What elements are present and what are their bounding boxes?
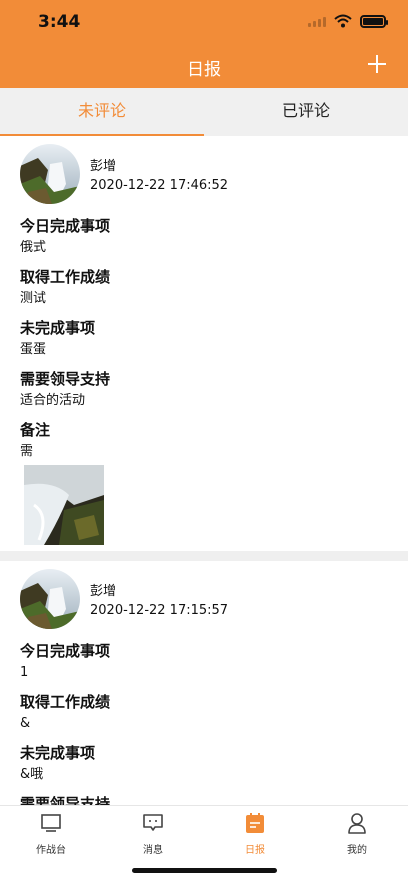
tab-uncommented[interactable]: 未评论 (0, 88, 204, 136)
report-item: 需要领导支持 好 (20, 794, 408, 805)
report-item: 取得工作成绩 & (20, 692, 408, 733)
avatar (20, 569, 80, 629)
tab-mine[interactable]: 我的 (306, 806, 408, 883)
segment-tabs: 未评论 已评论 (0, 88, 408, 136)
item-value: 需 (20, 444, 34, 459)
user-row: 彭增 2020-12-22 17:15:57 (20, 567, 408, 631)
item-value: &哦 (20, 767, 44, 782)
tab-label: 作战台 (36, 845, 66, 856)
report-item: 备注 需 (20, 420, 408, 461)
avatar (20, 144, 80, 204)
user-name: 彭增 (90, 584, 117, 599)
report-item: 取得工作成绩 测试 (20, 267, 408, 308)
page-title: 日报 (187, 60, 221, 80)
monitor-icon (41, 814, 61, 832)
report-time: 2020-12-22 17:46:52 (90, 178, 229, 193)
status-icons (308, 14, 388, 28)
item-value: 1 (20, 665, 29, 680)
tab-label: 我的 (347, 845, 367, 856)
person-icon (348, 813, 366, 834)
plus-icon[interactable] (368, 55, 386, 73)
item-label: 备注 (20, 421, 51, 439)
report-card[interactable]: 彭增 2020-12-22 17:15:57 今日完成事项 1 取得工作成绩 &… (0, 561, 408, 805)
tab-label: 消息 (143, 845, 163, 856)
card-separator (0, 551, 408, 561)
item-value: 适合的活动 (20, 393, 86, 408)
user-row: 彭增 2020-12-22 17:46:52 (20, 142, 408, 206)
item-label: 取得工作成绩 (20, 693, 111, 711)
tab-label: 日报 (245, 845, 265, 856)
item-label: 取得工作成绩 (20, 268, 111, 286)
tab-commented[interactable]: 已评论 (204, 88, 408, 136)
user-name: 彭增 (90, 159, 117, 174)
report-item: 今日完成事项 俄式 (20, 216, 408, 257)
signal-icon (308, 15, 326, 27)
status-time: 3:44 (38, 12, 81, 32)
attachment-photo[interactable] (24, 465, 104, 545)
report-item: 今日完成事项 1 (20, 641, 408, 682)
item-value: 测试 (20, 291, 47, 306)
message-icon (143, 814, 163, 831)
report-item: 未完成事项 &哦 (20, 743, 408, 784)
battery-icon (360, 14, 388, 28)
report-icon (246, 813, 264, 833)
tab-workbench[interactable]: 作战台 (0, 806, 102, 883)
item-label: 今日完成事项 (20, 217, 111, 235)
report-card[interactable]: 彭增 2020-12-22 17:46:52 今日完成事项 俄式 取得工作成绩 … (0, 136, 408, 561)
item-label: 未完成事项 (20, 319, 96, 337)
item-label: 今日完成事项 (20, 642, 111, 660)
report-time: 2020-12-22 17:15:57 (90, 603, 229, 618)
report-item: 需要领导支持 适合的活动 (20, 369, 408, 410)
home-indicator (132, 868, 277, 873)
item-value: & (20, 716, 31, 731)
item-value: 俄式 (20, 240, 47, 255)
report-feed[interactable]: 彭增 2020-12-22 17:46:52 今日完成事项 俄式 取得工作成绩 … (0, 136, 408, 805)
item-label: 需要领导支持 (20, 370, 111, 388)
wifi-icon (334, 14, 352, 28)
item-label: 需要领导支持 (20, 795, 111, 805)
item-value: 蛋蛋 (20, 342, 47, 357)
report-item: 未完成事项 蛋蛋 (20, 318, 408, 359)
nav-header: 3:44 日报 (0, 0, 408, 88)
item-label: 未完成事项 (20, 744, 96, 762)
